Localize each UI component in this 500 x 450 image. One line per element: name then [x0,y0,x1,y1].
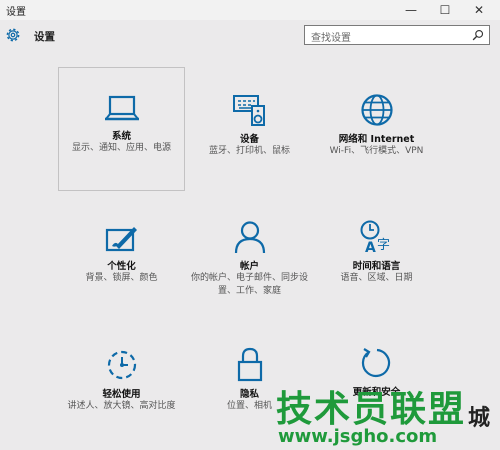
person-icon [234,221,265,254]
tile-devices-label: 设备 [239,134,259,145]
devices-icon [232,95,265,126]
svg-text:字: 字 [377,238,390,253]
update-icon [361,348,390,378]
tile-accounts-desc: 你的帐户、电子邮件、同步设置、工作、家庭 [190,273,308,296]
tile-system-desc: 显示、通知、应用、电源 [71,143,171,153]
search-placeholder: 查找设置 [311,33,351,44]
personalize-icon [105,227,137,252]
close-icon: ✕ [473,3,485,17]
window-title: 设置 [6,7,26,18]
globe-icon [360,94,393,126]
tile-privacy-label: 隐私 [239,389,259,400]
tile-time-language[interactable]: A 字 时间和语言 语音、区域、日期 [313,220,440,285]
tile-network[interactable]: 网络和 Internet Wi-Fi、飞行模式、VPN [313,93,440,158]
time-language-icon: A 字 [360,220,390,254]
laptop-icon [104,95,139,121]
search-icon [472,29,484,41]
minimize-button[interactable]: — [394,0,428,20]
close-button[interactable]: ✕ [462,0,496,20]
tile-time-language-label: 时间和语言 [352,261,401,272]
tile-ease-of-access[interactable]: 轻松使用 讲述人、放大镜、高对比度 [58,348,185,413]
tile-accounts[interactable]: 帐户 你的帐户、电子邮件、同步设置、工作、家庭 [186,220,313,298]
tile-personalization-label: 个性化 [107,261,136,272]
watermark-url: www.jsgho.com [278,426,438,447]
maximize-button[interactable]: ☐ [428,0,462,20]
tile-network-desc: Wi-Fi、飞行模式、VPN [329,146,424,156]
minimize-icon: — [405,3,417,17]
tile-system-label: 系统 [111,131,131,142]
tile-ease-of-access-label: 轻松使用 [102,389,141,400]
watermark-extra: 城 [468,406,491,431]
tile-time-language-desc: 语音、区域、日期 [340,273,413,283]
tile-update-security[interactable]: 更新和安全 [313,346,440,398]
window-titlebar: 设置 — ☐ ✕ [0,0,500,20]
tile-update-security-label: 更新和安全 [352,387,401,398]
tile-accounts-label: 帐户 [239,261,259,272]
maximize-icon: ☐ [439,3,451,17]
search-input[interactable]: 查找设置 [304,25,490,45]
tile-system[interactable]: 系统 显示、通知、应用、电源 [58,67,185,191]
lock-icon [237,347,262,382]
tile-privacy[interactable]: 隐私 位置、相机 [186,346,313,413]
ease-of-access-icon [107,350,136,380]
page-title: 设置 [34,31,55,43]
tile-personalization[interactable]: 个性化 背景、锁屏、颜色 [58,222,185,285]
tile-ease-of-access-desc: 讲述人、放大镜、高对比度 [67,401,176,411]
tile-devices-desc: 蓝牙、打印机、鼠标 [208,146,290,156]
tile-devices[interactable]: 设备 蓝牙、打印机、鼠标 [186,93,313,158]
tile-personalization-desc: 背景、锁屏、颜色 [85,273,158,283]
gear-icon [6,28,20,42]
svg-text:A: A [365,240,376,254]
tile-network-label: 网络和 Internet [338,134,415,145]
tile-privacy-desc: 位置、相机 [226,401,272,411]
